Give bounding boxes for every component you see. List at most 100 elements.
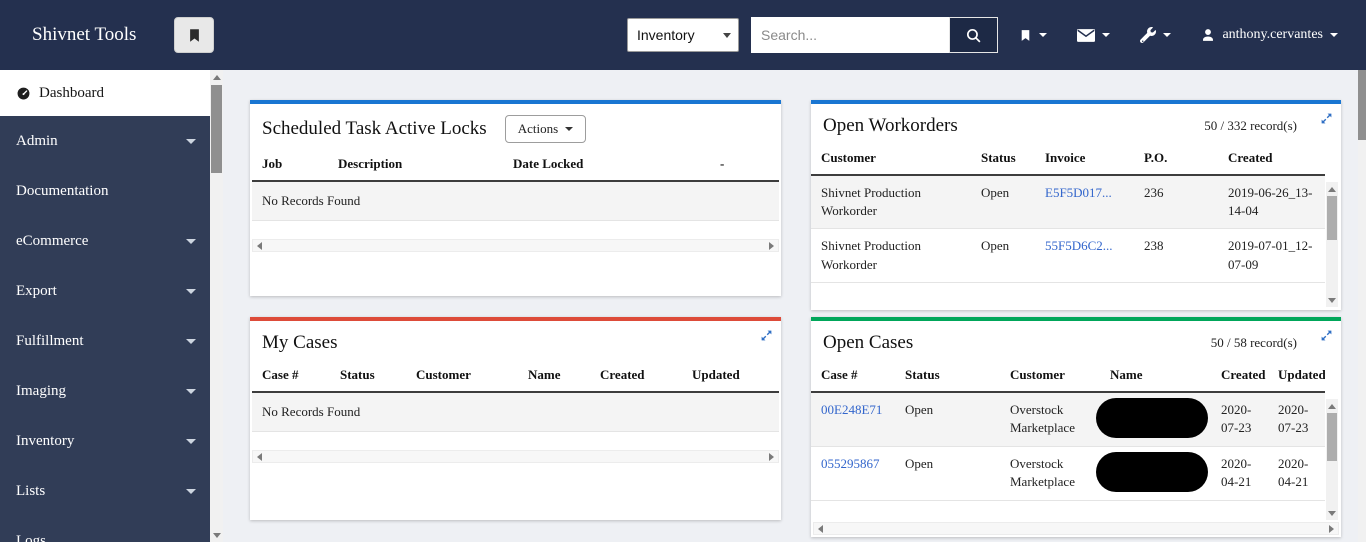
cell-status: Open [895,447,1000,501]
scrollbar-thumb[interactable] [1327,196,1337,240]
app-screen: Shivnet Tools Inventory [0,0,1366,542]
my-cases-table: Case # Status Customer Name Created Upda… [252,361,779,432]
empty-row: No Records Found [252,181,779,221]
cell-case-number: 055295867 [811,447,895,501]
scroll-down-button[interactable] [1326,506,1338,520]
panel-title: Open Workorders [823,115,958,137]
column-header: Created [1218,144,1325,175]
chevron-down-icon [565,127,573,131]
scroll-left-button[interactable] [253,240,266,251]
record-count: 50 / 332 record(s) [1204,118,1327,134]
cell-customer: Overstock Marketplace [1000,392,1100,447]
sidebar-item-fulfillment[interactable]: Fulfillment [0,316,210,366]
sidebar-item-documentation[interactable]: Documentation [0,166,210,216]
expand-button[interactable] [1318,327,1335,344]
scroll-down-button[interactable] [210,528,223,542]
scroll-up-button[interactable] [1326,182,1338,196]
module-select[interactable]: Inventory [627,18,739,52]
sidebar-item-imaging[interactable]: Imaging [0,366,210,416]
expand-button[interactable] [758,327,775,344]
cell-invoice: 55F5D6C2... [1035,229,1134,282]
column-header: Updated [682,361,779,392]
chevron-down-icon [186,489,196,494]
user-menu[interactable]: anthony.cervantes [1201,27,1338,43]
case-link[interactable]: 00E248E71 [821,402,882,417]
bookmark-icon [187,27,202,44]
chevron-down-icon [186,439,196,444]
app-brand[interactable]: Shivnet Tools [32,24,136,46]
tools-menu[interactable] [1140,27,1171,43]
column-header: Status [971,144,1035,175]
horizontal-scrollbar[interactable] [252,450,779,463]
sidebar-item-label: Logs [16,533,46,542]
dashboard-icon [16,86,31,101]
record-count: 50 / 58 record(s) [1211,335,1327,351]
cell-case-number: 00E248E71 [811,392,895,447]
scroll-up-button[interactable] [210,70,223,84]
scroll-right-button[interactable] [765,451,778,462]
cell-created: 2019-07-01_12-07-09 [1218,229,1325,282]
sidebar-item-inventory[interactable]: Inventory [0,416,210,466]
column-header: Invoice [1035,144,1134,175]
bookmarks-menu[interactable] [1019,28,1047,43]
sidebar-item-dashboard[interactable]: Dashboard [0,70,210,116]
scheduled-locks-table: Job Description Date Locked - No Records… [252,150,779,221]
actions-button-label: Actions [518,121,558,137]
vertical-scrollbar[interactable] [1326,399,1338,520]
cell-status: Open [971,175,1035,229]
sidebar-scrollbar[interactable] [210,70,223,542]
panel-title: My Cases [262,332,337,354]
panel-open-workorders: Open Workorders 50 / 332 record(s) Custo… [811,100,1341,310]
expand-button[interactable] [1318,110,1335,127]
bookmark-button[interactable] [174,17,214,53]
redacted-name [1096,452,1208,492]
scroll-right-button[interactable] [765,240,778,251]
scroll-down-button[interactable] [1326,293,1338,307]
messages-menu[interactable] [1077,29,1110,42]
actions-button[interactable]: Actions [505,115,586,143]
cell-name [1100,392,1211,447]
horizontal-scrollbar[interactable] [813,522,1339,535]
horizontal-scrollbar[interactable] [252,239,779,252]
redacted-name [1096,398,1208,438]
scroll-right-button[interactable] [1325,523,1338,534]
invoice-link[interactable]: E5F5D017... [1045,185,1112,200]
sidebar-item-export[interactable]: Export [0,266,210,316]
scrollbar-thumb[interactable] [211,85,222,173]
cell-po: 238 [1134,229,1218,282]
sidebar-item-ecommerce[interactable]: eCommerce [0,216,210,266]
open-cases-table: Case # Status Customer Name Created Upda… [811,361,1325,501]
case-link[interactable]: 055295867 [821,456,880,471]
page-scrollbar[interactable] [1358,70,1366,542]
empty-row: No Records Found [252,392,779,432]
scroll-left-button[interactable] [814,523,827,534]
invoice-link[interactable]: 55F5D6C2... [1045,238,1113,253]
sidebar-item-admin[interactable]: Admin [0,116,210,166]
column-header: Customer [406,361,518,392]
sidebar-item-label: Documentation [16,183,108,200]
search-button[interactable] [949,17,998,53]
column-header: - [710,150,779,181]
vertical-scrollbar[interactable] [1326,182,1338,307]
column-header: Job [252,150,328,181]
module-select-value: Inventory [637,27,695,43]
sidebar-item-logs[interactable]: Logs [0,516,210,542]
user-icon [1201,28,1215,42]
sidebar-item-lists[interactable]: Lists [0,466,210,516]
sidebar-item-label: eCommerce [16,233,88,250]
sidebar-item-label: Inventory [16,433,74,450]
cell-created: 2020-04-21 [1211,447,1268,501]
column-header: Customer [1000,361,1100,392]
column-header: Name [1100,361,1211,392]
column-header: Case # [811,361,895,392]
sidebar-item-label: Export [16,283,57,300]
search-input[interactable] [751,17,949,53]
scroll-left-button[interactable] [253,451,266,462]
scroll-up-button[interactable] [1326,399,1338,413]
main-content: Scheduled Task Active Locks Actions Job … [223,70,1358,542]
scrollbar-thumb[interactable] [1327,413,1337,461]
panel-title: Open Cases [823,332,913,354]
expand-icon [1320,329,1333,342]
scrollbar-thumb[interactable] [1358,70,1366,140]
table-header-row: Case # Status Customer Name Created Upda… [252,361,779,392]
